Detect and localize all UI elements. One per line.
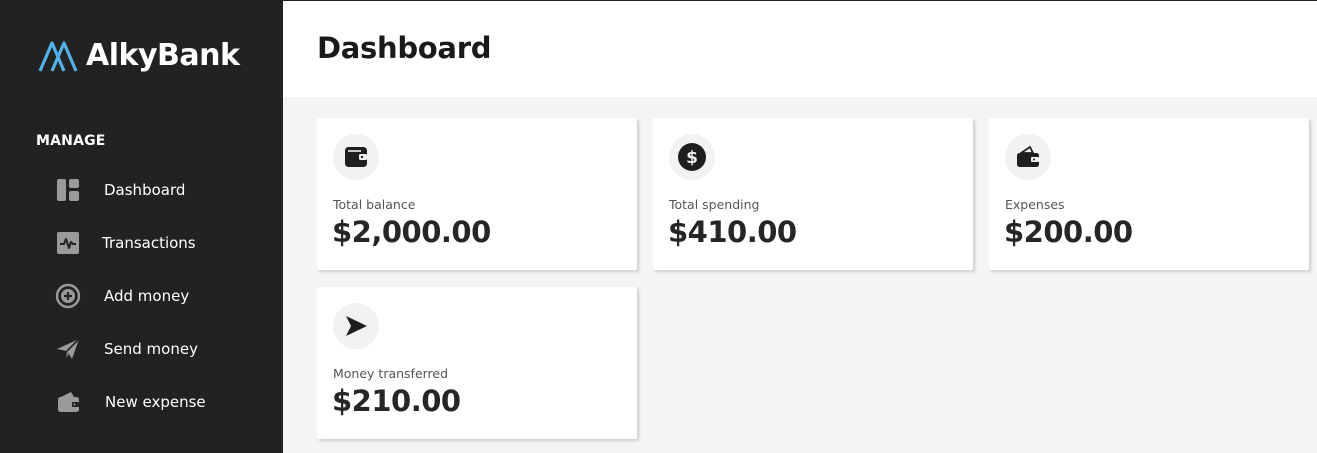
brand-logo-icon	[38, 41, 78, 72]
stat-card-total-spending: $ Total spending $410.00	[653, 118, 973, 270]
card-label: Total balance	[333, 197, 416, 212]
card-label: Money transferred	[333, 366, 449, 381]
sidebar-item-send-money[interactable]: Send money	[0, 327, 283, 371]
sidebar-item-dashboard[interactable]: Dashboard	[0, 168, 283, 212]
card-value: $2,000.00	[332, 215, 491, 249]
card-value: $210.00	[332, 384, 461, 418]
wallet-icon	[333, 134, 379, 180]
page-title: Dashboard	[317, 31, 492, 65]
dashboard-icon	[55, 177, 81, 203]
card-label: Expenses	[1005, 197, 1065, 212]
sidebar-item-label: Dashboard	[104, 181, 186, 199]
stat-card-total-balance: Total balance $2,000.00	[317, 118, 637, 270]
wallet-icon	[55, 389, 81, 415]
activity-icon	[55, 230, 81, 256]
stat-card-money-transferred: Money transferred $210.00	[317, 287, 637, 439]
card-value: $200.00	[1004, 215, 1133, 249]
sidebar-item-label: New expense	[105, 393, 206, 411]
sidebar: AlkyBank MANAGE Dashboard Transactions A…	[0, 1, 283, 453]
card-label: Total spending	[669, 197, 760, 212]
sidebar-item-label: Send money	[104, 340, 198, 358]
brand-name: AlkyBank	[86, 38, 240, 73]
svg-text:$: $	[686, 148, 698, 168]
dollar-circle-icon: $	[669, 134, 715, 180]
sidebar-item-label: Transactions	[102, 234, 196, 252]
wallet-open-icon	[1005, 134, 1051, 180]
send-arrow-icon	[333, 303, 379, 349]
sidebar-item-add-money[interactable]: Add money	[0, 274, 283, 318]
brand[interactable]: AlkyBank	[38, 38, 240, 73]
sidebar-section-title: MANAGE	[36, 133, 106, 149]
sidebar-item-label: Add money	[104, 287, 190, 305]
stat-card-expenses: Expenses $200.00	[989, 118, 1309, 270]
card-value: $410.00	[668, 215, 797, 249]
plus-circle-icon	[55, 283, 81, 309]
main-header: Dashboard	[283, 1, 1317, 97]
paper-plane-icon	[55, 336, 81, 362]
sidebar-item-transactions[interactable]: Transactions	[0, 221, 283, 265]
sidebar-item-new-expense[interactable]: New expense	[0, 380, 283, 424]
